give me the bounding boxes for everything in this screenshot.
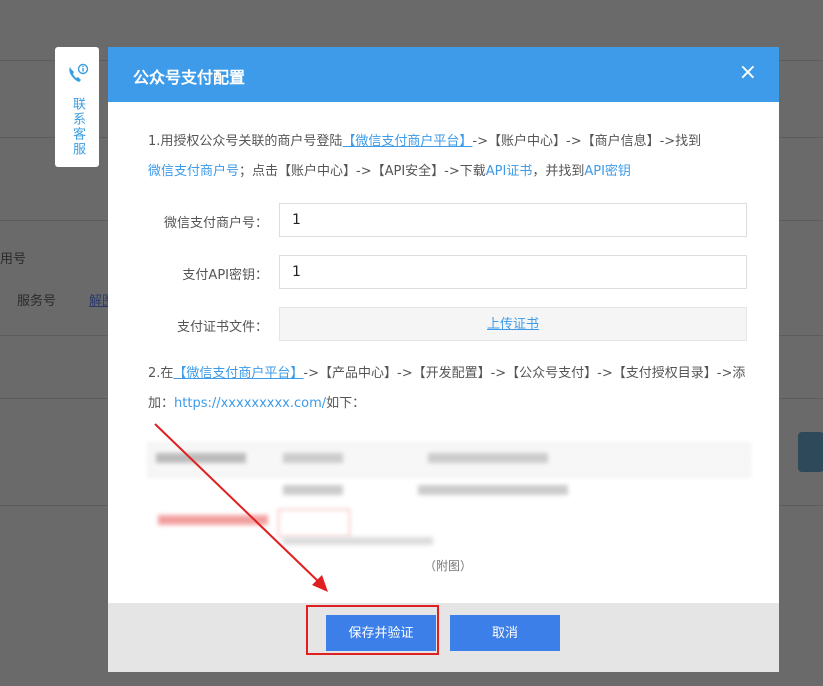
annotation-arrow [154,423,328,592]
